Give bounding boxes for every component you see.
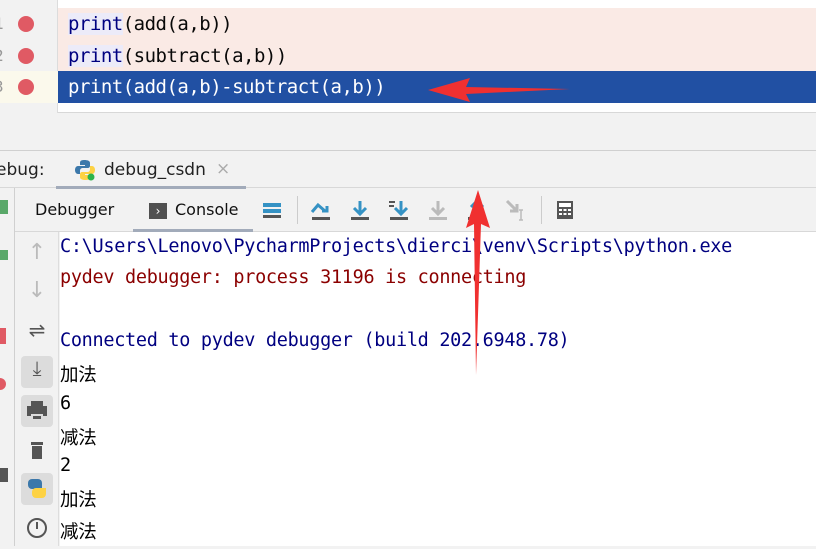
console-line: Connected to pydev debugger (build 202.6… <box>60 329 570 351</box>
line-number: 1 <box>0 14 4 33</box>
code-line[interactable]: 2 print(subtract(a,b)) <box>0 39 816 72</box>
code-text: print(add(a,b)) <box>58 8 816 40</box>
python-console-icon[interactable] <box>21 473 53 505</box>
arrow-up-icon[interactable]: ↑ <box>21 240 53 272</box>
code-text: print(subtract(a,b)) <box>58 39 816 72</box>
settings-icon[interactable] <box>0 468 8 482</box>
line-number: 2 <box>0 46 4 65</box>
debug-label: ebug: <box>0 160 45 180</box>
stop-icon[interactable] <box>0 328 6 344</box>
breakpoint-icon[interactable] <box>18 47 34 64</box>
trash-icon[interactable] <box>21 434 53 466</box>
close-icon[interactable]: × <box>216 159 230 179</box>
debug-toolbar: Debugger › Console <box>15 188 816 232</box>
tab-console[interactable]: › Console <box>133 188 253 232</box>
python-icon <box>75 160 95 181</box>
breakpoint-icon[interactable] <box>18 79 34 95</box>
arrow-down-icon[interactable]: ↓ <box>21 278 53 310</box>
force-step-into-icon[interactable] <box>426 198 450 222</box>
toolbar-separator <box>541 196 542 224</box>
tab-debug-csdn[interactable]: debug_csdn × <box>56 151 246 189</box>
history-icon[interactable] <box>21 512 53 544</box>
console-line: pydev debugger: process 31196 is connect… <box>60 267 527 289</box>
view-breakpoints-icon[interactable] <box>0 378 6 390</box>
console-line: 减法 <box>60 521 97 543</box>
console-icon: › <box>149 202 167 219</box>
tab-debugger[interactable]: Debugger <box>35 188 114 232</box>
code-editor[interactable]: 1 print(add(a,b)) 2 print(subtract(a,b)) 3 pr… <box>0 0 816 113</box>
console-line: 加法 <box>60 365 97 387</box>
step-into-my-code-icon[interactable] <box>387 198 411 222</box>
debug-tab-bar: ebug: debug_csdn × <box>0 150 816 189</box>
console-line: 减法 <box>60 427 97 449</box>
soft-wrap-icon[interactable]: ⇌ <box>21 318 53 350</box>
print-icon[interactable] <box>21 395 53 427</box>
resume-icon[interactable] <box>0 200 8 214</box>
breakpoint-icon[interactable] <box>18 16 34 32</box>
evaluate-expression-icon[interactable] <box>553 198 577 222</box>
scroll-to-end-icon[interactable]: ⤓ <box>21 356 53 388</box>
step-over-icon[interactable] <box>309 198 333 222</box>
line-number: 3 <box>0 77 4 96</box>
code-text: print(add(a,b)-subtract(a,b)) <box>58 71 816 103</box>
console-line: 加法 <box>60 490 97 512</box>
code-line[interactable]: 3 print(add(a,b)-subtract(a,b)) <box>0 71 816 103</box>
tab-label: Console <box>175 200 239 219</box>
console-line: C:\Users\Lenovo\PycharmProjects\dierci\v… <box>60 236 732 257</box>
step-out-icon[interactable] <box>465 198 489 222</box>
toolbar-separator <box>297 196 298 224</box>
console-output[interactable]: C:\Users\Lenovo\PycharmProjects\dierci\v… <box>60 232 816 546</box>
step-into-icon[interactable] <box>348 198 372 222</box>
show-execution-point-icon[interactable] <box>260 198 284 222</box>
debug-left-toolbar <box>0 188 15 546</box>
tab-label: debug_csdn <box>104 160 206 180</box>
console-side-toolbar: ↑ ↓ ⇌ ⤓ <box>15 232 59 546</box>
code-line[interactable]: 1 print(add(a,b)) <box>0 8 816 40</box>
console-line: 6 <box>60 392 71 414</box>
console-line: 2 <box>60 455 71 477</box>
rerun-icon[interactable] <box>0 250 8 260</box>
run-to-cursor-icon[interactable] <box>504 198 528 222</box>
